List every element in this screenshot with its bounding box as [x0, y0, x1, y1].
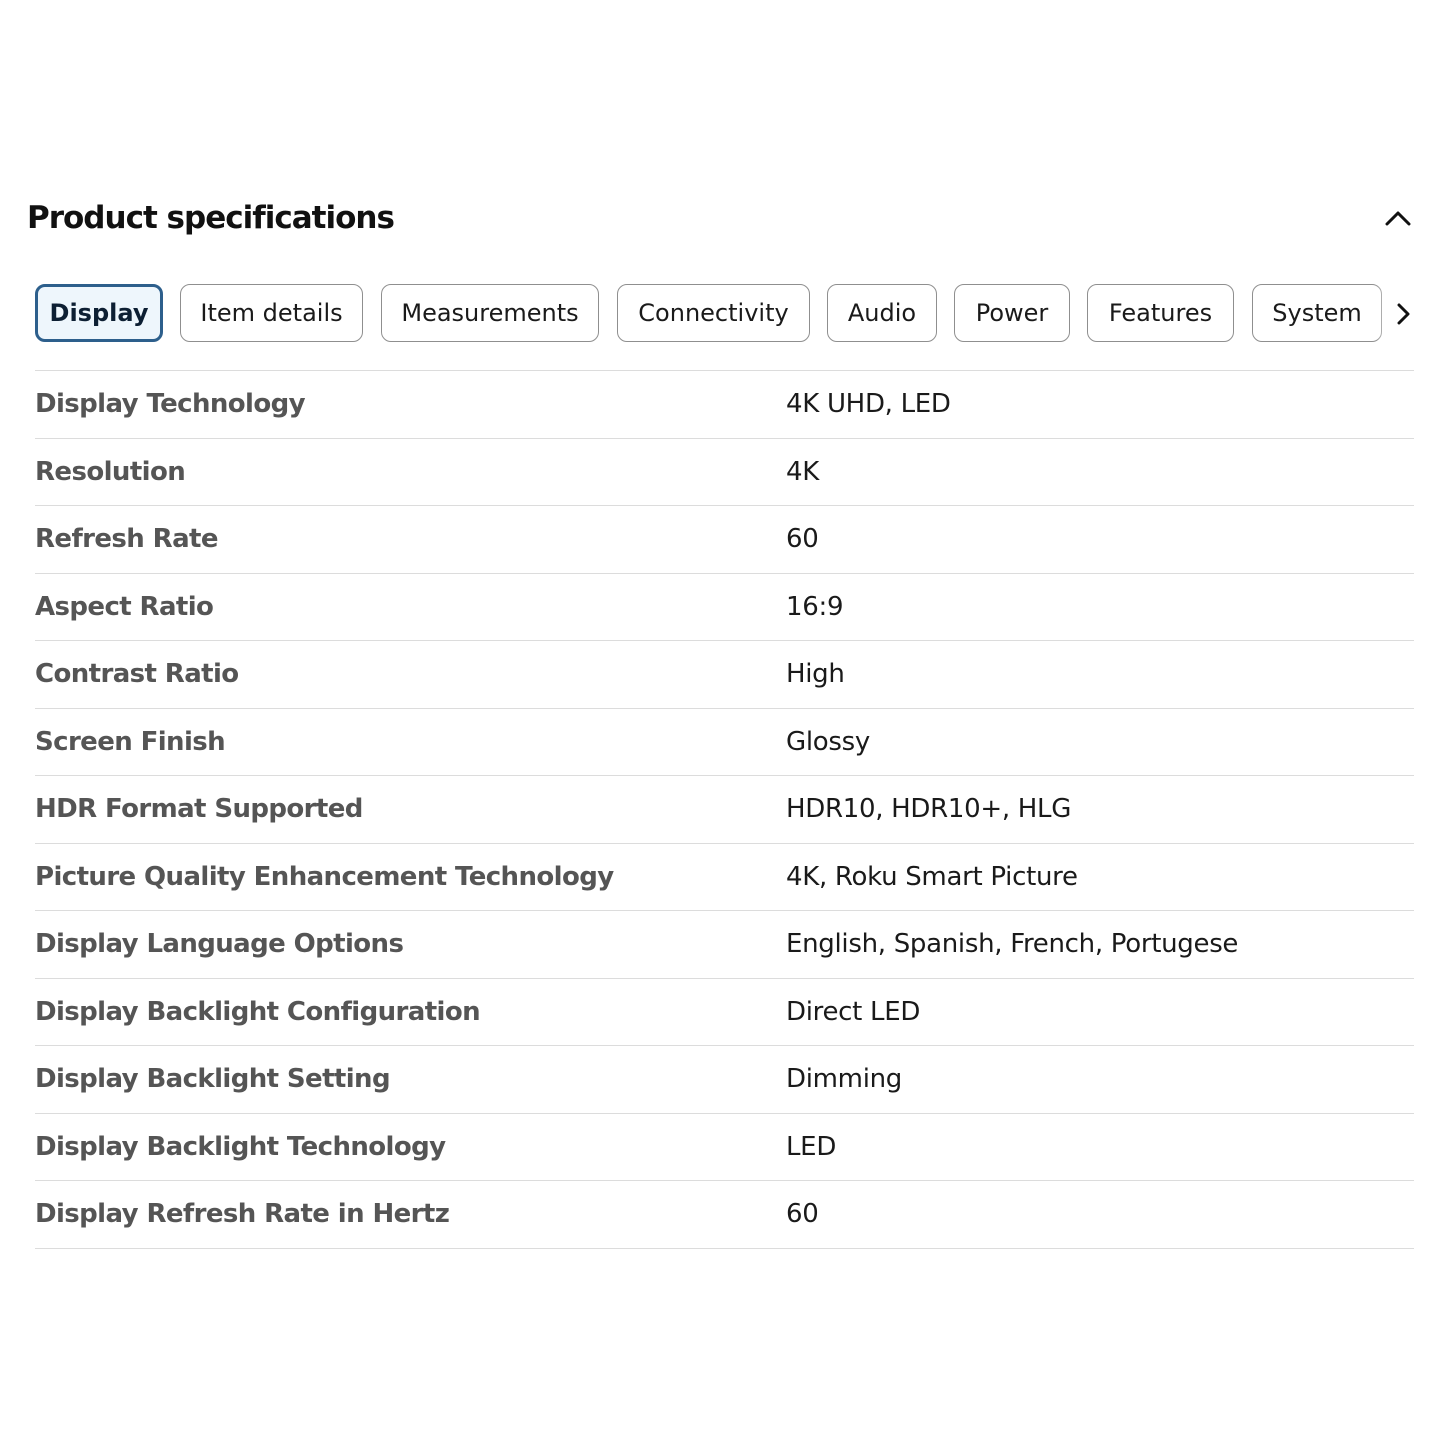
spec-value: 4K, Roku Smart Picture: [786, 861, 1078, 892]
spec-value: 60: [786, 1199, 819, 1230]
spec-value: LED: [786, 1131, 837, 1162]
tab-audio[interactable]: Audio: [827, 284, 937, 342]
spec-row: Display Refresh Rate in Hertz 60: [35, 1181, 1414, 1249]
spec-name: Display Backlight Setting: [35, 1064, 391, 1095]
spec-name: Contrast Ratio: [35, 659, 239, 690]
tab-display[interactable]: Display: [35, 284, 163, 342]
spec-name: Aspect Ratio: [35, 591, 214, 622]
tab-system[interactable]: System: [1252, 284, 1382, 342]
spec-name: HDR Format Supported: [35, 794, 363, 825]
spec-row: Refresh Rate 60: [35, 506, 1414, 574]
tab-item-details[interactable]: Item details: [180, 284, 363, 342]
spec-value: Dimming: [786, 1064, 903, 1095]
spec-row: Aspect Ratio 16:9: [35, 574, 1414, 641]
collapse-button[interactable]: [1383, 198, 1413, 234]
spec-value: HDR10, HDR10+, HLG: [786, 794, 1072, 825]
spec-table: Display Technology 4K UHD, LED Resolutio…: [35, 370, 1414, 1249]
spec-name: Resolution: [35, 456, 186, 487]
spec-row: Picture Quality Enhancement Technology 4…: [35, 844, 1414, 911]
spec-value: 16:9: [786, 591, 844, 622]
spec-name: Display Language Options: [35, 929, 404, 960]
spec-name: Picture Quality Enhancement Technology: [35, 861, 614, 892]
spec-row: Display Backlight Configuration Direct L…: [35, 979, 1414, 1046]
chevron-up-icon: [1385, 211, 1411, 226]
product-specifications-section: Product specifications Display Item deta…: [0, 0, 1440, 1440]
section-header: Product specifications: [27, 196, 1413, 248]
spec-row: Resolution 4K: [35, 439, 1414, 506]
spec-row: Display Backlight Setting Dimming: [35, 1046, 1414, 1114]
tabs-next-button[interactable]: [1390, 298, 1418, 330]
spec-value: Direct LED: [786, 996, 921, 1027]
spec-row: HDR Format Supported HDR10, HDR10+, HLG: [35, 776, 1414, 844]
tab-features[interactable]: Features: [1087, 284, 1234, 342]
spec-value: High: [786, 659, 845, 690]
spec-name: Display Technology: [35, 389, 306, 420]
tab-power[interactable]: Power: [954, 284, 1070, 342]
spec-row: Contrast Ratio High: [35, 641, 1414, 709]
section-title: Product specifications: [27, 200, 395, 236]
spec-value: 60: [786, 524, 819, 555]
spec-name: Display Backlight Configuration: [35, 996, 481, 1027]
tab-connectivity[interactable]: Connectivity: [617, 284, 810, 342]
spec-row: Display Backlight Technology LED: [35, 1114, 1414, 1181]
tab-measurements[interactable]: Measurements: [381, 284, 599, 342]
spec-tabs: Display Item details Measurements Connec…: [35, 284, 1415, 342]
spec-value: 4K UHD, LED: [786, 389, 951, 420]
chevron-right-icon: [1397, 303, 1410, 325]
spec-row: Display Technology 4K UHD, LED: [35, 371, 1414, 439]
spec-value: 4K: [786, 456, 819, 487]
spec-value: English, Spanish, French, Portugese: [786, 929, 1239, 960]
spec-row: Display Language Options English, Spanis…: [35, 911, 1414, 979]
spec-name: Screen Finish: [35, 726, 226, 757]
spec-value: Glossy: [786, 726, 870, 757]
spec-row: Screen Finish Glossy: [35, 709, 1414, 776]
spec-name: Refresh Rate: [35, 524, 218, 555]
spec-name: Display Backlight Technology: [35, 1131, 446, 1162]
spec-name: Display Refresh Rate in Hertz: [35, 1199, 450, 1230]
